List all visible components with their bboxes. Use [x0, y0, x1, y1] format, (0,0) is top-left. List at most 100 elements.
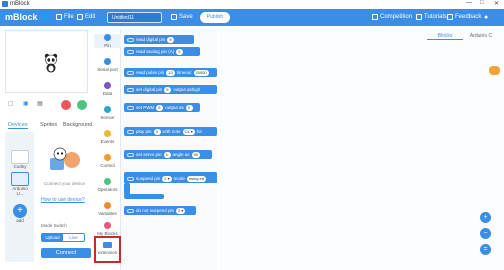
competition-menu[interactable]: Competition: [372, 14, 412, 20]
zoom-out-icon[interactable]: −: [480, 228, 491, 239]
code-area[interactable]: [217, 30, 504, 270]
block-do-not-suspend-pin[interactable]: do not suspend pin 2 ▾: [124, 206, 196, 215]
code-toggle-icon[interactable]: [489, 66, 500, 75]
feedback-menu[interactable]: Feedback: [447, 14, 481, 20]
green-flag-button[interactable]: [77, 100, 87, 110]
block-text: play pin: [136, 129, 152, 134]
app-icon: [2, 1, 8, 7]
competition-icon: [372, 14, 378, 20]
block-input[interactable]: 9: [164, 86, 172, 93]
how-to-use-device-link[interactable]: How to use device?: [41, 197, 85, 203]
block-input[interactable]: 20000: [193, 69, 209, 76]
block-input[interactable]: 4: [163, 151, 171, 158]
category-variables[interactable]: Variables: [94, 202, 121, 216]
block-input[interactable]: 3: [153, 128, 161, 135]
block-set-pwm[interactable]: set PWM 5 output as 0: [124, 103, 200, 112]
project-name-input[interactable]: Untitled11: [107, 12, 162, 23]
account-icon[interactable]: ●: [484, 14, 488, 21]
block-dropdown[interactable]: high: [192, 87, 201, 92]
block-set-digital-pin[interactable]: set digital pin 9 output as high: [124, 85, 217, 94]
zoom-in-icon[interactable]: +: [480, 212, 491, 223]
tab-background[interactable]: Background: [63, 122, 92, 128]
category-sensor[interactable]: Sensor: [94, 106, 121, 120]
device-list: Codey Arduino U... + add: [5, 132, 34, 262]
block-read-analog-pin[interactable]: read analog pin (A) 0: [124, 47, 200, 56]
block-dropdown[interactable]: rising ed: [186, 175, 207, 182]
block-dropdown[interactable]: 2 ▾: [176, 207, 186, 214]
zoom-reset-icon[interactable]: =: [480, 244, 491, 255]
publish-button[interactable]: Publish: [200, 12, 230, 23]
device-block-icon: [127, 87, 134, 92]
add-device-button[interactable]: + add: [9, 204, 31, 223]
mode-upload-button[interactable]: Upload: [42, 234, 63, 241]
file-icon: [56, 14, 62, 20]
connect-button[interactable]: Connect: [41, 248, 91, 258]
block-text: set digital pin: [136, 87, 163, 92]
globe-icon[interactable]: 🌐: [43, 14, 50, 21]
device-arduino[interactable]: Arduino U...: [9, 172, 31, 196]
block-palette: read digital pin 9 read analog pin (A) 0…: [121, 30, 217, 270]
code-view-tabs: Blocks Arduino C: [427, 30, 499, 42]
os-title-bar: mBlock — □ ✕: [0, 0, 504, 9]
panda-sprite[interactable]: [44, 53, 58, 73]
maximize-button[interactable]: □: [480, 0, 484, 6]
connect-device-illustration: [50, 147, 80, 170]
block-text: read pulse pin: [136, 70, 165, 75]
tab-devices[interactable]: Devices: [8, 122, 28, 129]
close-button[interactable]: ✕: [494, 0, 499, 7]
tutorials-menu[interactable]: Tutorials: [416, 14, 447, 20]
block-set-servo-pin[interactable]: set servo pin 4 angle as 90: [124, 150, 212, 159]
category-serial-port[interactable]: Serial port: [94, 58, 121, 72]
block-input[interactable]: 5: [156, 104, 164, 111]
file-menu[interactable]: File: [56, 14, 74, 20]
app-root: mBlock — □ ✕ mBlock 🌐 File Edit Untitled…: [0, 0, 504, 270]
control-category-dot: [104, 154, 111, 161]
small-stage-icon[interactable]: ▢: [8, 100, 14, 107]
tab-sprites[interactable]: Sprites: [40, 122, 57, 128]
tab-blocks[interactable]: Blocks: [427, 33, 463, 40]
save-button[interactable]: Save: [171, 14, 193, 20]
devices-tab-bar: Devices Sprites Background: [5, 119, 92, 131]
device-block-icon: [127, 70, 134, 75]
block-read-digital-pin[interactable]: read digital pin 9: [124, 35, 194, 44]
block-text: timeout: [176, 70, 192, 75]
events-category-dot: [104, 130, 111, 137]
block-dropdown[interactable]: 2 ▾: [162, 175, 172, 182]
stage-canvas[interactable]: [5, 30, 88, 93]
minimize-button[interactable]: —: [466, 0, 472, 6]
large-stage-icon[interactable]: ▣: [23, 100, 29, 107]
block-play-pin[interactable]: play pin 3 with note C4 ▾ for: [124, 127, 217, 136]
mode-live-button[interactable]: Live: [63, 234, 84, 241]
block-input[interactable]: 9: [167, 36, 175, 43]
edit-menu[interactable]: Edit: [77, 14, 95, 20]
fullscreen-icon[interactable]: ▦: [37, 100, 43, 107]
tab-arduino-c[interactable]: Arduino C: [463, 33, 499, 39]
window-title: mBlock: [10, 1, 30, 7]
category-operators[interactable]: Operators: [94, 178, 121, 192]
block-input[interactable]: 90: [191, 151, 200, 158]
category-data[interactable]: Data: [94, 82, 121, 96]
variables-category-dot: [104, 202, 111, 209]
category-my-blocks[interactable]: My Blocks: [94, 222, 121, 236]
mode-switch: Upload Live: [41, 233, 85, 242]
block-suspend-pin[interactable]: suspend pin 2 ▾ mode rising ed: [124, 174, 217, 183]
block-input[interactable]: 13: [166, 69, 175, 76]
my-blocks-category-dot: [104, 222, 111, 229]
device-arduino-label: Arduino U...: [12, 186, 28, 196]
category-control-label: Control: [100, 163, 115, 168]
block-text: suspend pin: [136, 176, 161, 181]
pin-category-dot: [104, 34, 111, 41]
category-control[interactable]: Control: [94, 154, 121, 168]
block-read-pulse-pin[interactable]: read pulse pin 13 timeout 20000: [124, 68, 217, 77]
stop-button[interactable]: [61, 100, 71, 110]
device-codey[interactable]: Codey: [9, 150, 31, 169]
category-pin[interactable]: Pin: [94, 34, 121, 48]
edit-icon: [77, 14, 83, 20]
block-dropdown[interactable]: C4 ▾: [182, 128, 195, 135]
category-events[interactable]: Events: [94, 130, 121, 144]
extension-highlight: [94, 236, 121, 263]
block-input[interactable]: 0: [185, 104, 193, 111]
block-input[interactable]: 0: [176, 48, 184, 55]
menu-bar: mBlock 🌐 File Edit Untitled11 Save Publi…: [0, 9, 504, 26]
category-variables-label: Variables: [98, 211, 117, 216]
